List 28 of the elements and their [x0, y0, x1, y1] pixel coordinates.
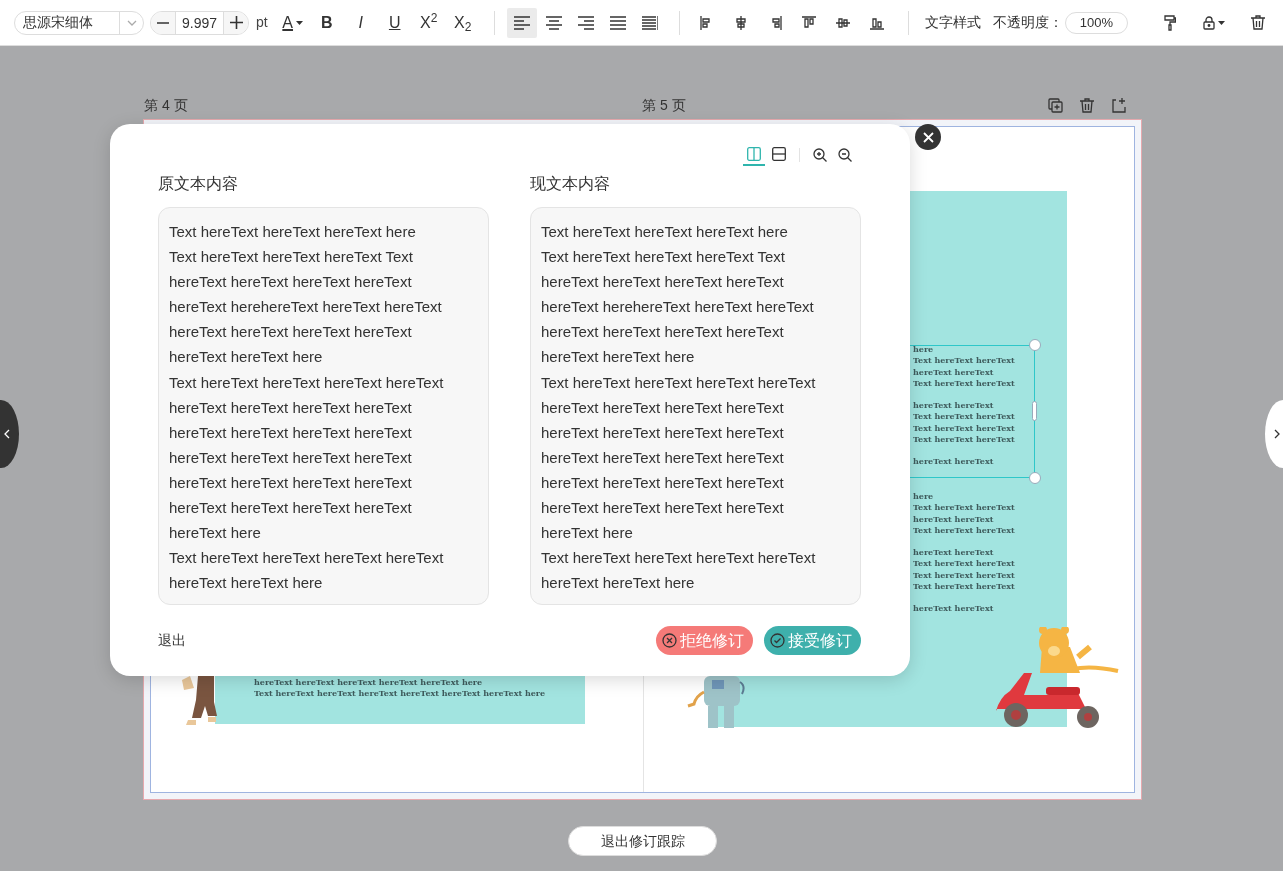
page-text-line: Text hereText hereText: [913, 411, 1015, 423]
page-text-line: hereText hereText: [913, 366, 995, 378]
page-text-line: Text hereText hereText: [913, 524, 1015, 537]
page-label: 第 4 页: [144, 96, 188, 115]
page-text-line: here: [913, 491, 935, 503]
unit-label: pt: [256, 13, 268, 32]
panel-title: 现文本内容: [530, 174, 611, 194]
page-text-line: Text hereText hereText: [913, 422, 1015, 435]
page-text-line: hereText hereText hereText hereText hereText here: [254, 677, 484, 689]
panel-title: 原文本内容: [158, 174, 239, 194]
page-text-line: Text hereText hereText: [913, 502, 1015, 514]
page-text-line: hereText hereText: [913, 513, 995, 525]
original-text-box: Text hereText hereText hereText here Text hereText hereText hereText Text hereText hereText hereText hereText hereText herehereText hereText hereText hereText hereText hereText hereText hereText hereText here Text hereText hereText hereText hereText hereText hereText hereText hereText hereText hereText hereText hereText hereText hereText hereText hereText hereText hereText hereText hereText hereText hereText hereText hereText hereText here Text hereText hereText hereText hereText hereText hereText here: [158, 207, 489, 605]
page-text-line: Text hereText hereText: [913, 434, 1015, 446]
page-text-line: here: [913, 344, 935, 356]
page-text-line: Text hereText hereText: [913, 569, 1015, 582]
page-text-line: Text hereText hereText: [913, 377, 1015, 390]
page-text-line: Text hereText hereText: [913, 581, 1015, 593]
page-text-line: hereText hereText: [913, 456, 995, 468]
opacity-label: 不透明度：: [992, 13, 1063, 32]
page-label: 第 5 页: [642, 96, 686, 115]
page-text-line: hereText hereText: [913, 400, 995, 412]
page-text-line: Text hereText hereText: [913, 558, 1015, 570]
revised-text-box: Text hereText hereText hereText here Text hereText hereText hereText Text hereText hereText hereText hereText hereText herehereText hereText hereText hereText hereText hereText hereText hereText hereText here Text hereText hereText hereText hereText hereText hereText hereText hereText hereText hereText hereText hereText hereText hereText hereText hereText hereText hereText hereText hereText hereText hereText hereText hereText hereText here Text hereText hereText hereText hereText hereText hereText here: [530, 207, 861, 605]
page-text-line: hereText hereText: [913, 603, 995, 615]
page-text-line: hereText hereText: [913, 547, 995, 559]
page-text-line: Text hereText hereText hereText hereText hereText hereText here: [254, 688, 546, 700]
page-text-line: Text hereText hereText: [913, 355, 1015, 367]
